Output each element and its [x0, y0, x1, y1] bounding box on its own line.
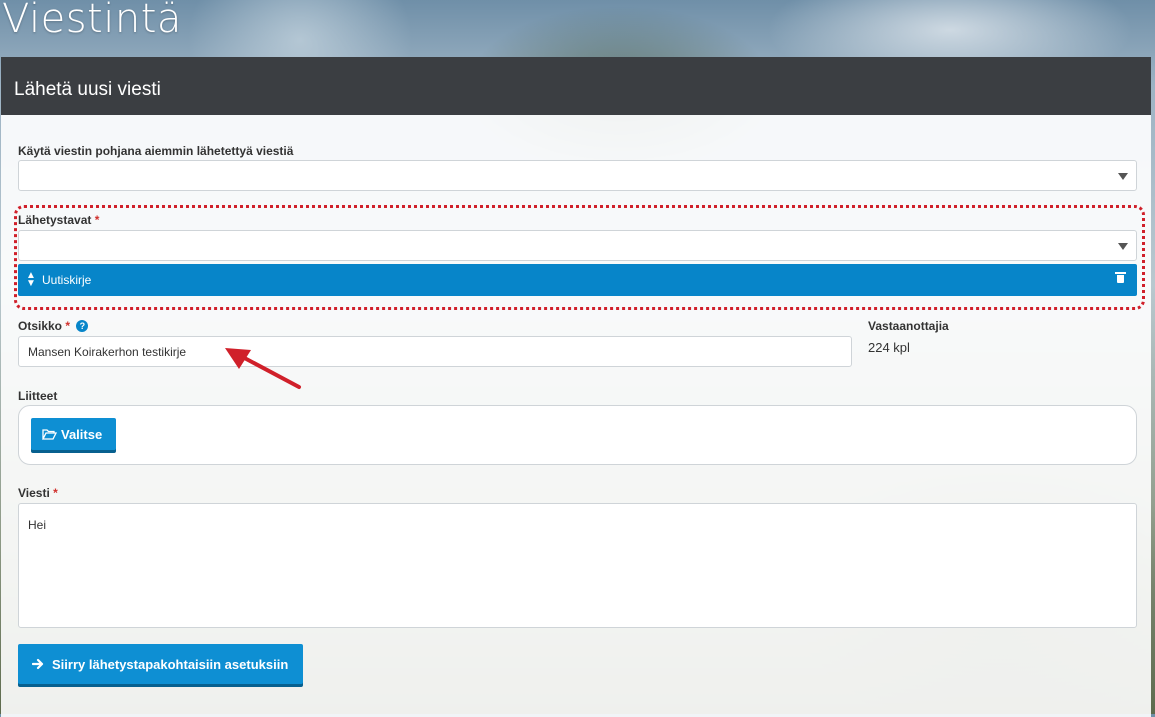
- selected-method-label: Uutiskirje: [42, 273, 92, 287]
- message-label: Viesti *: [18, 486, 58, 500]
- sort-handle-icon[interactable]: ▲ ▼: [26, 271, 36, 289]
- caret-down-icon: [1118, 173, 1128, 180]
- message-textarea[interactable]: Hei: [18, 503, 1137, 628]
- message-label-text: Viesti: [18, 486, 50, 500]
- next-settings-button[interactable]: Siirry lähetystapakohtaisiin asetuksiin: [18, 644, 303, 684]
- attachments-label: Liitteet: [18, 389, 58, 403]
- methods-label-text: Lähetystavat: [18, 213, 92, 227]
- choose-file-label: Valitse: [61, 427, 103, 442]
- recipients-label: Vastaanottajia: [868, 319, 949, 333]
- page-title: Viestintä: [2, 0, 182, 42]
- subject-label: Otsikko * ?: [18, 319, 89, 333]
- required-mark: *: [65, 319, 71, 333]
- arrow-right-icon: [32, 658, 44, 670]
- subject-label-text: Otsikko: [18, 319, 63, 333]
- recipients-count: 224 kpl: [868, 340, 910, 355]
- methods-label: Lähetystavat *: [18, 213, 99, 227]
- folder-open-icon: [42, 429, 57, 440]
- annotation-arrow-icon: [225, 348, 301, 389]
- attachments-dropzone[interactable]: [18, 405, 1137, 465]
- required-mark: *: [94, 213, 100, 227]
- template-label: Käytä viestin pohjana aiemmin lähetettyä…: [18, 144, 294, 158]
- compose-panel: Lähetä uusi viesti Käytä viestin pohjana…: [1, 57, 1151, 717]
- required-mark: *: [53, 486, 58, 500]
- message-text: Hei: [28, 518, 47, 532]
- template-select[interactable]: [18, 160, 1137, 191]
- trash-icon[interactable]: [1115, 272, 1126, 283]
- selected-method-uutiskirje[interactable]: ▲ ▼ Uutiskirje: [18, 264, 1137, 296]
- subject-input[interactable]: [18, 336, 852, 367]
- caret-down-icon: [1118, 243, 1128, 250]
- help-icon[interactable]: ?: [76, 320, 89, 332]
- methods-select[interactable]: [18, 230, 1137, 261]
- next-settings-label: Siirry lähetystapakohtaisiin asetuksiin: [52, 657, 289, 672]
- choose-file-button[interactable]: Valitse: [31, 418, 116, 450]
- panel-header: Lähetä uusi viesti: [1, 57, 1151, 115]
